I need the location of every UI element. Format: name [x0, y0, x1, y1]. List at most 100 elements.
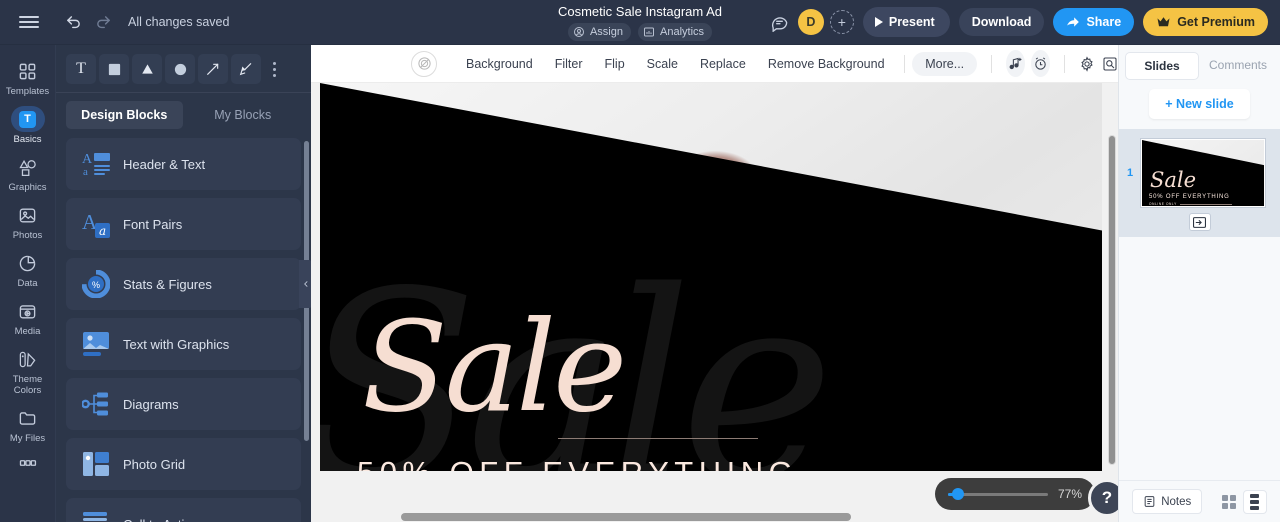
- sidebar-item-basics[interactable]: T Basics: [0, 101, 55, 149]
- tab-my-blocks[interactable]: My Blocks: [185, 101, 302, 129]
- kebab-menu-icon[interactable]: [265, 61, 283, 77]
- block-call-to-action[interactable]: Call to Action: [66, 498, 301, 522]
- toolbar-remove-background[interactable]: Remove Background: [757, 57, 896, 71]
- text-tool-button[interactable]: T: [66, 54, 96, 84]
- assign-button[interactable]: Assign: [567, 23, 631, 41]
- canvas-toolbar: Background Filter Flip Scale Replace Rem…: [311, 45, 1118, 83]
- left-rail: Templates T Basics Graphics Photos Data …: [0, 45, 55, 522]
- new-slide-wrap: + New slide: [1119, 85, 1280, 129]
- call-to-action-icon: [82, 510, 110, 522]
- sidebar-label-graphics: Graphics: [8, 182, 47, 193]
- comment-icon[interactable]: [770, 13, 789, 32]
- toolbar-scale[interactable]: Scale: [636, 57, 689, 71]
- add-music-icon[interactable]: [1005, 50, 1025, 77]
- square-tool-button[interactable]: [99, 54, 129, 84]
- block-font-pairs[interactable]: A a Font Pairs: [66, 198, 301, 250]
- sidebar-label-data: Data: [17, 278, 38, 289]
- download-button[interactable]: Download: [958, 8, 1045, 36]
- sidebar-item-graphics[interactable]: Graphics: [0, 149, 55, 197]
- block-stats-figures[interactable]: % Stats & Figures: [66, 258, 301, 310]
- top-bar: All changes saved Cosmetic Sale Instagra…: [0, 0, 1280, 45]
- photo-icon: [13, 202, 43, 228]
- document-actions: Assign Analytics: [567, 23, 713, 41]
- share-button[interactable]: Share: [1053, 8, 1135, 36]
- sidebar-item-photos[interactable]: Photos: [0, 197, 55, 245]
- triangle-tool-button[interactable]: [132, 54, 162, 84]
- toolbar-divider-2: [991, 54, 992, 73]
- sidebar-item-more[interactable]: [0, 448, 55, 482]
- add-slide-icon[interactable]: [1188, 213, 1211, 231]
- header-text-icon: A a: [82, 150, 110, 178]
- block-label-call-to-action: Call to Action: [123, 517, 199, 522]
- gear-icon[interactable]: [1078, 52, 1095, 76]
- right-panel: Slides Comments + New slide 1 Sale 50% O…: [1118, 45, 1280, 522]
- slide-headline[interactable]: Sale: [362, 305, 627, 430]
- tab-design-blocks[interactable]: Design Blocks: [66, 101, 183, 129]
- circle-tool-button[interactable]: [165, 54, 195, 84]
- image-object-icon[interactable]: [411, 50, 437, 77]
- slide-list-item[interactable]: 1 Sale 50% OFF EVERYTHING ONLINE ONLY ww…: [1119, 138, 1280, 208]
- share-icon: [1066, 15, 1080, 29]
- add-collaborator-icon[interactable]: +: [829, 10, 854, 34]
- slide-canvas[interactable]: Sale Sale 50% OFF EVERYTHING ONLINE ONLY…: [320, 83, 1102, 471]
- thumbnail-headline: Sale: [1150, 168, 1197, 192]
- line-tool-button[interactable]: [198, 54, 228, 84]
- new-slide-button[interactable]: + New slide: [1149, 89, 1250, 119]
- block-diagrams[interactable]: Diagrams: [66, 378, 301, 430]
- present-button[interactable]: Present: [862, 7, 950, 37]
- list-view-icon[interactable]: [1242, 489, 1267, 514]
- slide-subheadline[interactable]: 50% OFF EVERYTHING: [357, 455, 798, 471]
- notes-label: Notes: [1161, 495, 1192, 508]
- zoom-slider-handle[interactable]: [951, 488, 964, 500]
- avatar[interactable]: D: [797, 9, 824, 35]
- redo-icon[interactable]: [88, 7, 118, 37]
- shapes-icon: [13, 154, 43, 180]
- toolbar-flip[interactable]: Flip: [594, 57, 636, 71]
- panel-collapse-button[interactable]: [299, 259, 311, 308]
- analytics-button[interactable]: Analytics: [638, 23, 713, 41]
- blocks-panel: T Design Blocks My Blocks A a Header & T…: [55, 45, 311, 522]
- canvas-viewport[interactable]: Sale Sale 50% OFF EVERYTHING ONLINE ONLY…: [311, 83, 1118, 522]
- slide-thumbnail[interactable]: Sale 50% OFF EVERYTHING ONLINE ONLY www.…: [1140, 138, 1266, 208]
- zoom-control[interactable]: 77%: [935, 478, 1095, 510]
- assign-icon: [573, 26, 585, 38]
- sidebar-item-templates[interactable]: Templates: [0, 53, 55, 101]
- grid-view-icon[interactable]: [1217, 490, 1241, 514]
- toolbar-background[interactable]: Background: [455, 57, 544, 71]
- toolbar-replace[interactable]: Replace: [689, 57, 757, 71]
- sidebar-item-media[interactable]: Media: [0, 293, 55, 341]
- sidebar-item-my-files[interactable]: My Files: [0, 400, 55, 448]
- block-label-font-pairs: Font Pairs: [123, 216, 183, 232]
- present-label: Present: [888, 15, 935, 29]
- toolbar-more-button[interactable]: More...: [912, 51, 978, 76]
- panel-tabs: Design Blocks My Blocks: [56, 93, 311, 136]
- zoom-slider[interactable]: [948, 488, 1048, 500]
- document-title[interactable]: Cosmetic Sale Instagram Ad: [558, 4, 722, 20]
- hamburger-menu-icon[interactable]: [14, 7, 44, 37]
- thumbnail-divider: [1180, 204, 1232, 205]
- play-icon: [874, 17, 883, 27]
- brush-tool-button[interactable]: [231, 54, 261, 84]
- canvas-horizontal-scrollbar[interactable]: [401, 513, 851, 521]
- video-icon: [13, 298, 43, 324]
- block-text-with-graphics[interactable]: Text with Graphics: [66, 318, 301, 370]
- folder-icon: [13, 405, 43, 431]
- thumbnail-subheadline: 50% OFF EVERYTHING: [1149, 194, 1230, 200]
- zoom-preview-icon[interactable]: [1101, 52, 1118, 76]
- canvas-vertical-scrollbar[interactable]: [1108, 135, 1116, 465]
- help-button[interactable]: ?: [1088, 479, 1118, 517]
- photo-grid-icon: [82, 450, 110, 478]
- undo-icon[interactable]: [58, 7, 88, 37]
- block-photo-grid[interactable]: Photo Grid: [66, 438, 301, 490]
- timer-icon[interactable]: [1030, 50, 1050, 77]
- sidebar-item-theme-colors[interactable]: Theme Colors: [0, 341, 55, 400]
- sidebar-item-data[interactable]: Data: [0, 245, 55, 293]
- get-premium-button[interactable]: Get Premium: [1143, 8, 1268, 36]
- block-header-text[interactable]: A a Header & Text: [66, 138, 301, 190]
- app-body: Templates T Basics Graphics Photos Data …: [0, 45, 1280, 522]
- slides-list: 1 Sale 50% OFF EVERYTHING ONLINE ONLY ww…: [1119, 129, 1280, 237]
- toolbar-filter[interactable]: Filter: [544, 57, 594, 71]
- tab-slides[interactable]: Slides: [1125, 52, 1199, 80]
- tab-comments[interactable]: Comments: [1202, 52, 1274, 80]
- notes-button[interactable]: Notes: [1132, 489, 1203, 514]
